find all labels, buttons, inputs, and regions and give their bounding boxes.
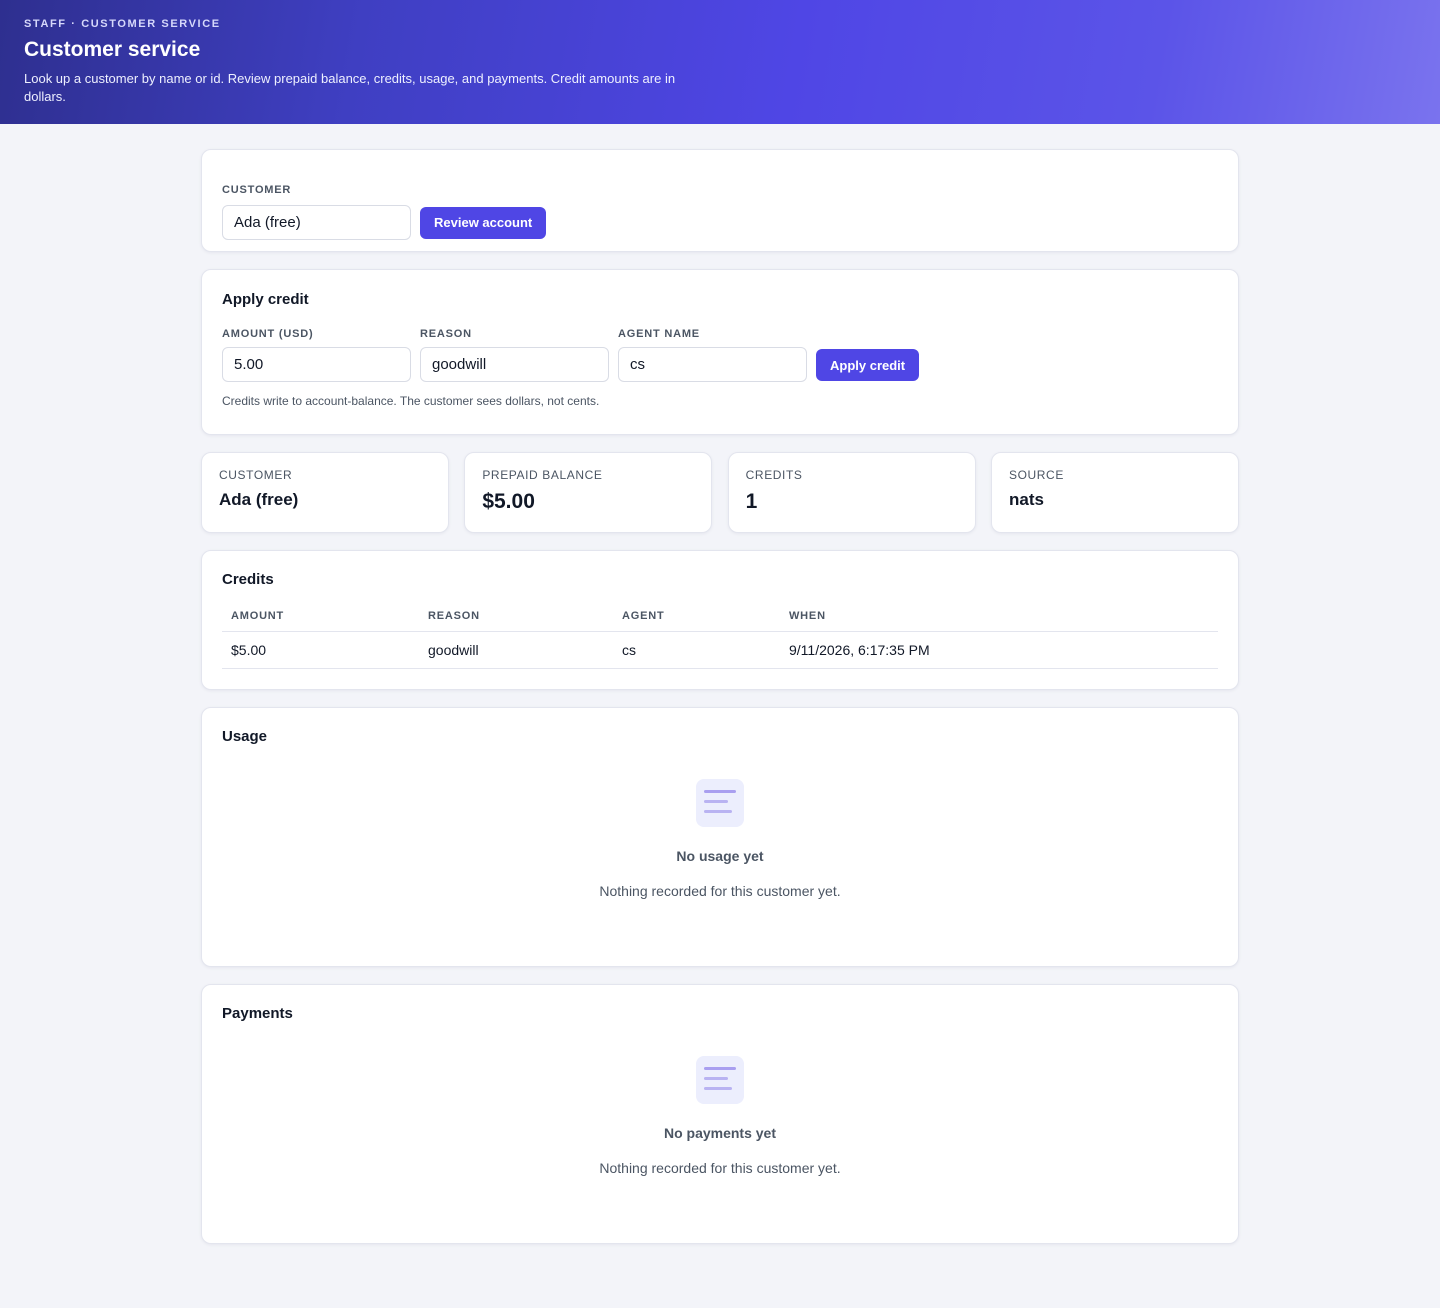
- customer-field-label: CUSTOMER: [222, 184, 292, 196]
- column-header-amount: AMOUNT: [222, 610, 419, 632]
- payments-empty-state: No payments yet Nothing recorded for thi…: [222, 1056, 1218, 1176]
- credits-title: Credits: [222, 571, 274, 588]
- stat-label: SOURCE: [1008, 468, 1064, 482]
- apply-credit-title: Apply credit: [222, 291, 309, 308]
- stat-credits: CREDITS 1: [727, 452, 976, 533]
- apply-credit-card: Apply credit AMOUNT (USD) REASON AGENT N…: [201, 269, 1239, 435]
- column-header-reason: REASON: [419, 610, 613, 632]
- amount-label: AMOUNT (USD): [222, 328, 314, 340]
- payments-empty-text: Nothing recorded for this customer yet.: [599, 1160, 841, 1176]
- credits-table-header: AMOUNT REASON AGENT WHEN: [222, 610, 1218, 632]
- reason-group: REASON: [420, 328, 609, 382]
- header-eyebrow: STAFF · CUSTOMER SERVICE: [24, 18, 221, 30]
- main-content: CUSTOMER Review account Apply credit AMO…: [201, 149, 1239, 1244]
- cell-reason: goodwill: [419, 631, 613, 669]
- customer-input[interactable]: [222, 205, 411, 240]
- stat-label: PREPAID BALANCE: [482, 468, 603, 482]
- apply-credit-button[interactable]: Apply credit: [816, 349, 920, 381]
- amount-group: AMOUNT (USD): [222, 328, 411, 382]
- document-lines-icon: [696, 779, 744, 827]
- page-description: Look up a customer by name or id. Review…: [24, 71, 676, 104]
- usage-empty-state: No usage yet Nothing recorded for this c…: [222, 779, 1218, 899]
- column-header-agent: AGENT: [613, 610, 780, 632]
- stat-prepaid-balance: PREPAID BALANCE $5.00: [464, 452, 713, 533]
- stat-source: SOURCE nats: [990, 452, 1239, 533]
- usage-title: Usage: [222, 728, 268, 745]
- agent-name-label: AGENT NAME: [618, 328, 700, 340]
- credits-card: Credits AMOUNT REASON AGENT WHEN $5.00 g…: [201, 550, 1239, 690]
- agent-group: AGENT NAME: [618, 328, 807, 382]
- stat-value: Ada (free): [219, 490, 299, 509]
- table-row: $5.00 goodwill cs 9/11/2026, 6:17:35 PM: [222, 631, 1218, 669]
- usage-card: Usage No usage yet Nothing recorded for …: [201, 707, 1239, 967]
- reason-input[interactable]: [420, 347, 609, 382]
- apply-credit-hint: Credits write to account-balance. The cu…: [222, 394, 600, 408]
- reason-label: REASON: [420, 328, 472, 340]
- stat-label: CUSTOMER: [219, 468, 293, 482]
- credits-table: AMOUNT REASON AGENT WHEN $5.00 goodwill …: [222, 610, 1218, 669]
- payments-empty-title: No payments yet: [663, 1125, 777, 1141]
- customer-lookup-card: CUSTOMER Review account: [201, 149, 1239, 252]
- document-lines-icon: [696, 1056, 744, 1104]
- amount-input[interactable]: [222, 347, 411, 382]
- stat-value: 1: [745, 490, 758, 513]
- column-header-when: WHEN: [780, 610, 1218, 632]
- stat-value: $5.00: [482, 490, 535, 513]
- review-account-button[interactable]: Review account: [420, 206, 547, 239]
- customer-lookup-row: Review account: [222, 205, 1218, 240]
- cell-agent: cs: [613, 631, 780, 669]
- stat-customer: CUSTOMER Ada (free): [201, 452, 449, 533]
- payments-card: Payments No payments yet Nothing recorde…: [201, 984, 1239, 1244]
- stat-value: nats: [1008, 490, 1044, 509]
- cell-when: 9/11/2026, 6:17:35 PM: [780, 631, 1218, 669]
- usage-empty-title: No usage yet: [676, 848, 764, 864]
- apply-credit-fields: AMOUNT (USD) REASON AGENT NAME Apply cre…: [222, 328, 1218, 382]
- usage-empty-text: Nothing recorded for this customer yet.: [599, 883, 841, 899]
- agent-name-input[interactable]: [618, 347, 807, 382]
- page-header: STAFF · CUSTOMER SERVICE Customer servic…: [0, 0, 1440, 124]
- page-title: Customer service: [24, 38, 201, 61]
- summary-stats: CUSTOMER Ada (free) PREPAID BALANCE $5.0…: [201, 452, 1239, 533]
- cell-amount: $5.00: [222, 631, 419, 669]
- stat-label: CREDITS: [745, 468, 803, 482]
- payments-title: Payments: [222, 1005, 293, 1022]
